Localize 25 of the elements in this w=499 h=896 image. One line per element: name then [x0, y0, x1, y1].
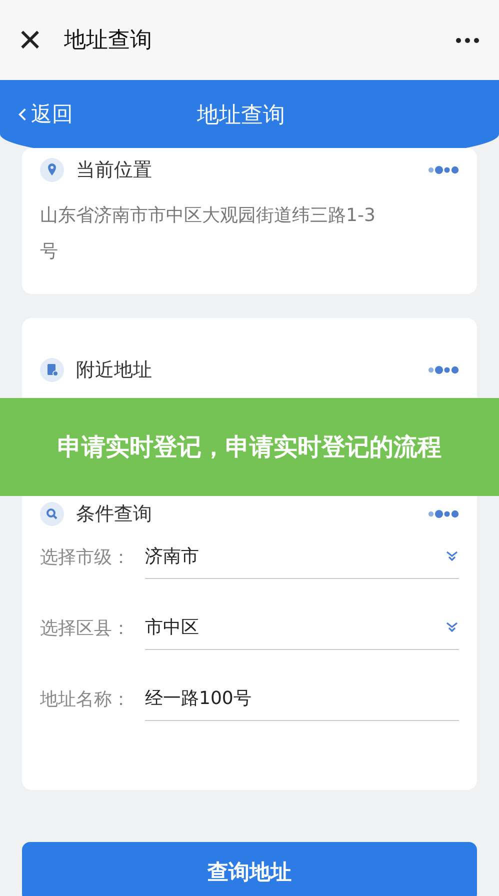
chevron-down-icon	[445, 620, 459, 634]
header-title: 地址查询	[197, 102, 285, 130]
input-field[interactable]: 经一路100号	[145, 676, 459, 721]
address-text: 山东省济南市市中区大观园街道纬三路1-3号	[40, 204, 376, 264]
toggle-icon[interactable]	[427, 364, 459, 376]
query-button[interactable]: 查询地址	[22, 842, 477, 896]
page-title: 地址查询	[64, 27, 153, 55]
field-label: 选择市级：	[40, 546, 131, 568]
card-title: 当前位置	[76, 158, 153, 183]
field-label: 选择区县：	[40, 616, 131, 640]
back-button[interactable]: 返回	[18, 100, 73, 128]
dropdown-field[interactable]: 济南市	[145, 534, 459, 579]
toggle-icon[interactable]	[427, 164, 459, 176]
chevron-left-icon	[18, 106, 27, 122]
field-label: 地址名称：	[40, 688, 131, 710]
document-icon	[40, 358, 64, 382]
card-title: 附近地址	[76, 358, 153, 383]
toggle-icon[interactable]	[427, 508, 459, 520]
close-button[interactable]: ×	[16, 20, 44, 60]
title-banner: 申请实时登记，申请实时登记的流程	[0, 398, 499, 496]
location-pin-icon	[40, 158, 64, 182]
search-icon	[40, 502, 64, 526]
chevron-down-icon	[445, 549, 459, 563]
card-title: 条件查询	[76, 502, 153, 527]
dropdown-field[interactable]: 市中区	[145, 605, 459, 650]
